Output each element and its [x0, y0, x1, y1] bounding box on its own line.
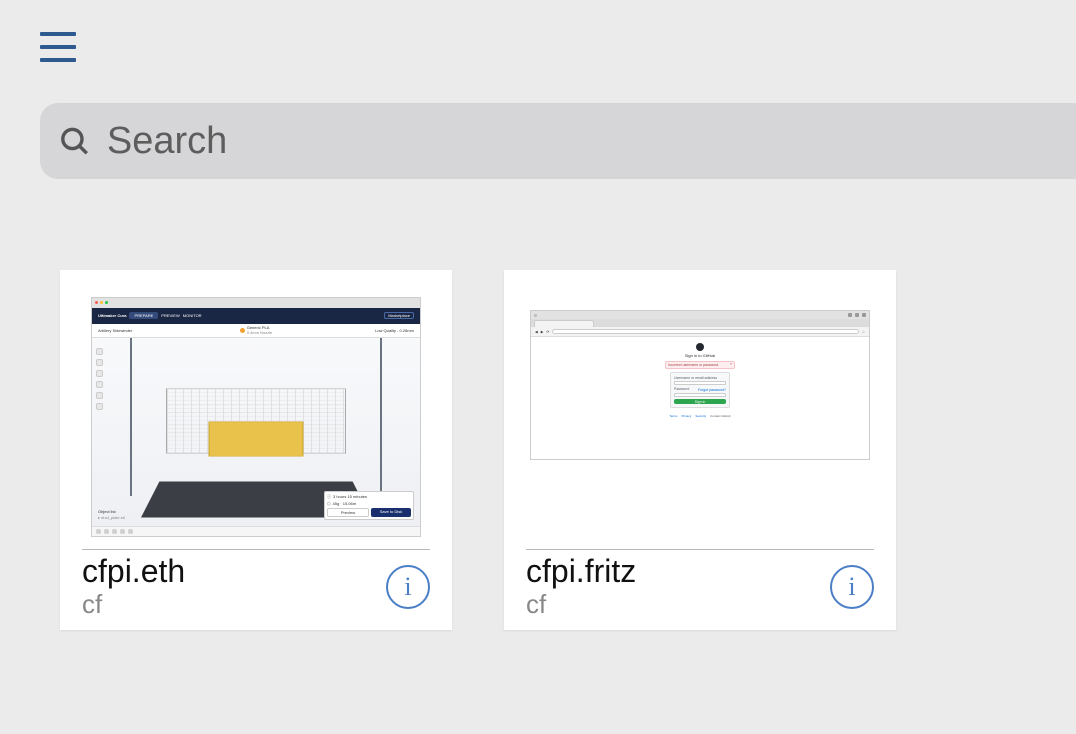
menu-button[interactable] — [40, 32, 76, 62]
info-icon: i — [404, 572, 411, 602]
cura-preview: Ultimaker Cura PREPARE PREVIEW MONITOR M… — [91, 297, 421, 537]
search-bar[interactable] — [40, 103, 1076, 179]
hamburger-line — [40, 32, 76, 36]
info-button[interactable]: i — [386, 565, 430, 609]
hamburger-line — [40, 58, 76, 62]
connection-grid: Ultimaker Cura PREPARE PREVIEW MONITOR M… — [60, 270, 1076, 630]
search-icon — [58, 124, 91, 158]
connection-labels: cfpi.fritz cf — [526, 554, 830, 620]
github-login-preview: ◀▶⟳ ☆ Sign in to GitHub Incorrect userna… — [530, 310, 870, 460]
search-input[interactable] — [91, 120, 1076, 163]
connection-title: cfpi.eth — [82, 554, 386, 589]
connection-thumbnail: ◀▶⟳ ☆ Sign in to GitHub Incorrect userna… — [504, 270, 896, 549]
connection-thumbnail: Ultimaker Cura PREPARE PREVIEW MONITOR M… — [60, 270, 452, 549]
connection-card[interactable]: Ultimaker Cura PREPARE PREVIEW MONITOR M… — [60, 270, 452, 630]
connection-subtitle: cf — [82, 589, 386, 620]
connection-title: cfpi.fritz — [526, 554, 830, 589]
connection-subtitle: cf — [526, 589, 830, 620]
info-icon: i — [848, 572, 855, 602]
hamburger-line — [40, 45, 76, 49]
connection-labels: cfpi.eth cf — [82, 554, 386, 620]
info-button[interactable]: i — [830, 565, 874, 609]
connection-card[interactable]: ◀▶⟳ ☆ Sign in to GitHub Incorrect userna… — [504, 270, 896, 630]
